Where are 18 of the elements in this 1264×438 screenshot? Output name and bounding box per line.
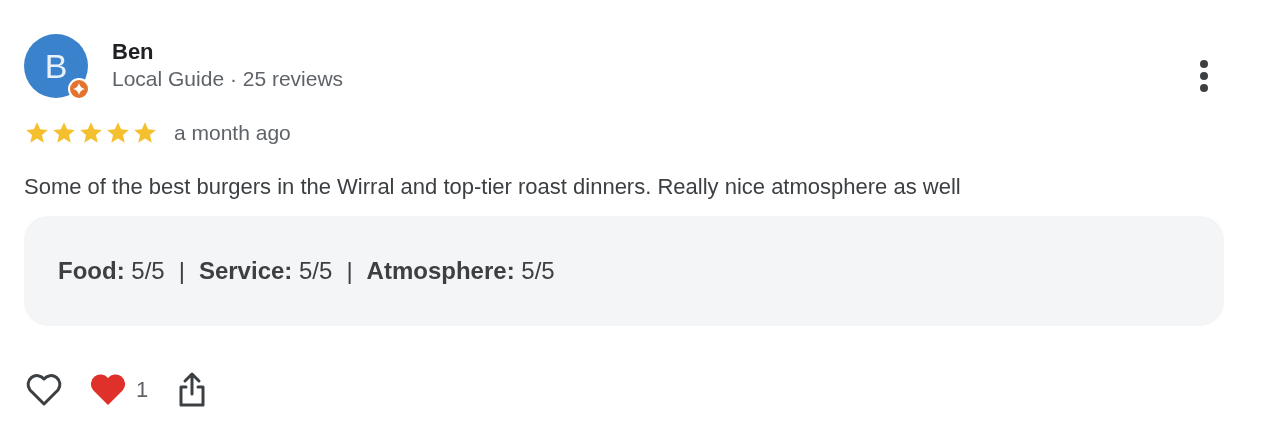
rating-item: Service: 5/5: [198, 257, 333, 285]
reaction-count: 1: [136, 377, 149, 403]
separator: |: [178, 257, 185, 285]
review-text: Some of the best burgers in the Wirral and top-tier roast dinners. Really nice atmosphere as well: [24, 174, 962, 200]
star-icon: [78, 120, 104, 146]
rating-item: Atmosphere: 5/5: [366, 257, 555, 285]
star-icon: [24, 120, 50, 146]
star-icon: [51, 120, 77, 146]
review-date: a month ago: [174, 121, 291, 145]
reviewer-name[interactable]: Ben: [112, 39, 1174, 65]
local-guide-badge-icon: [68, 78, 90, 100]
reviewer-info: Local Guide · 25 reviews: [112, 67, 345, 91]
star-icon: [132, 120, 158, 146]
star-icon: [105, 120, 131, 146]
rating-item: Food: 5/5: [58, 257, 165, 285]
separator: |: [346, 257, 353, 285]
avatar[interactable]: B: [24, 34, 88, 98]
more-options-icon[interactable]: [1198, 58, 1210, 94]
